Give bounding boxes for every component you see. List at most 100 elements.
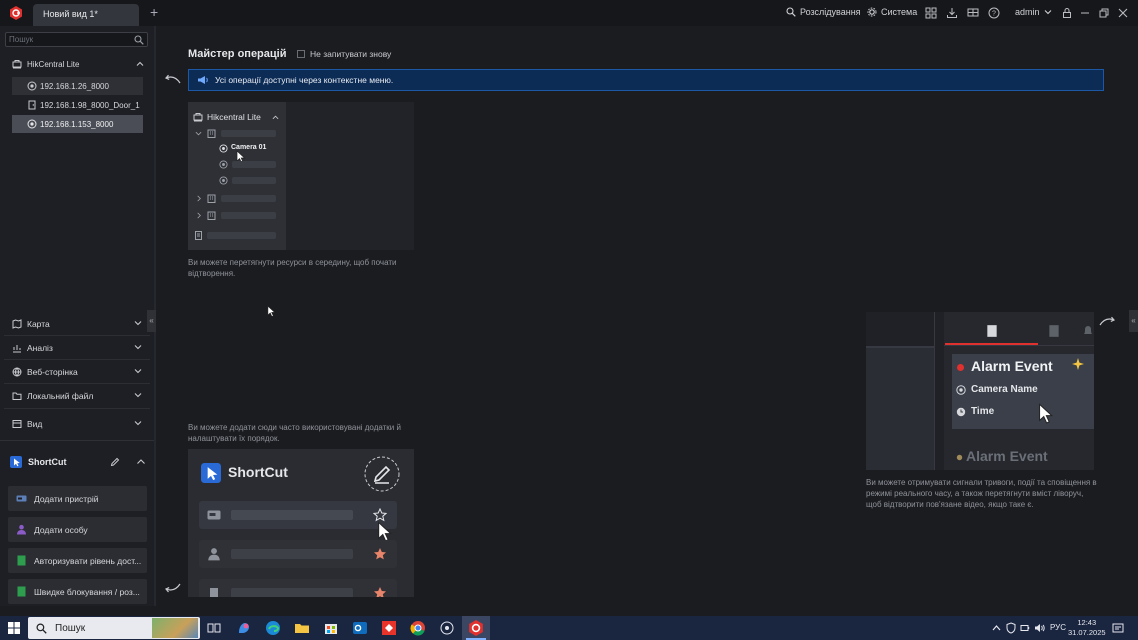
person-icon	[17, 524, 26, 535]
chevron-down-icon	[134, 393, 142, 398]
placeholder-bar	[231, 510, 353, 520]
shortcut-access-level-button[interactable]: Авторизувати рівень дост...	[8, 548, 147, 573]
volume-icon[interactable]	[1034, 623, 1045, 633]
notifications-icon[interactable]	[1112, 622, 1124, 634]
shortcut-add-person-button[interactable]: Додати особу	[8, 517, 147, 542]
chevron-up-icon[interactable]	[992, 624, 1001, 632]
chevron-down-icon	[134, 369, 142, 374]
outlook-icon[interactable]	[352, 620, 368, 636]
tree-device-item[interactable]: 192.168.1.26_8000	[12, 77, 143, 95]
nav-analysis[interactable]: Аналіз	[0, 337, 154, 359]
nav-view[interactable]: Вид	[0, 413, 154, 435]
taskbar-search-box[interactable]: Пошук	[28, 617, 200, 639]
camera-icon	[219, 144, 228, 153]
device-label: 192.168.1.26_8000	[40, 81, 109, 91]
search-placeholder: Пошук	[9, 35, 34, 44]
nav-web-page[interactable]: Веб-сторінка	[0, 361, 154, 383]
chevron-down-icon	[1044, 10, 1051, 15]
file-explorer-icon[interactable]	[294, 620, 310, 636]
system-clock[interactable]: 12:43 31.07.2025	[1068, 618, 1106, 638]
placeholder-bar	[231, 549, 353, 559]
edit-icon	[364, 456, 400, 492]
nav-map[interactable]: Карта	[0, 313, 154, 335]
network-tool-icon[interactable]	[439, 620, 455, 636]
lock-icon[interactable]	[1061, 7, 1073, 19]
alarm-event-item-highlighted: Alarm Event Camera Name Time	[952, 354, 1094, 429]
system-button[interactable]: Система	[867, 7, 917, 17]
battery-icon[interactable]	[1020, 623, 1030, 633]
left-panel: Пошук HikCentral Lite 192.168.1.26_8000 …	[0, 26, 154, 606]
dont-ask-label[interactable]: Не запитувати знову	[310, 49, 391, 59]
tree-device-item[interactable]: 192.168.1.98_8000_Door_1	[12, 96, 143, 114]
minimize-icon[interactable]	[1079, 7, 1091, 19]
preview-divider	[934, 312, 935, 470]
windows-start-icon[interactable]	[8, 622, 20, 634]
shortcut-label: Додати особу	[34, 524, 88, 535]
tab-new-view[interactable]: Новий вид 1*	[33, 4, 139, 26]
user-label: admin	[1015, 7, 1040, 17]
site-icon	[193, 113, 203, 122]
placeholder-bar	[231, 588, 353, 597]
camera-icon	[956, 385, 966, 395]
security-icon[interactable]	[1006, 622, 1016, 634]
mouse-cursor-icon	[267, 305, 276, 317]
wizard-title: Майстер операцій	[188, 48, 287, 60]
nav-local-file[interactable]: Локальний файл	[0, 385, 154, 407]
megaphone-icon	[198, 76, 208, 84]
banner-text: Усі операції доступні через контекстне м…	[215, 75, 394, 85]
chevron-up-icon[interactable]	[136, 457, 146, 467]
restore-icon[interactable]	[1098, 7, 1110, 19]
search-input[interactable]: Пошук	[5, 32, 148, 47]
placeholder-bar	[221, 130, 276, 137]
investigation-button[interactable]: Розслідування	[786, 7, 861, 17]
divider	[4, 383, 150, 384]
chrome-icon[interactable]	[410, 620, 426, 636]
task-view-icon[interactable]	[206, 620, 222, 636]
edit-icon[interactable]	[110, 457, 120, 467]
preview-video-area	[866, 348, 934, 470]
shortcut-add-device-button[interactable]: Додати пристрій	[8, 486, 147, 511]
store-icon[interactable]	[323, 620, 339, 636]
add-tab-button[interactable]: +	[150, 5, 158, 19]
tab-label: Новий вид 1*	[43, 9, 98, 19]
alarm-title: Alarm Event	[971, 358, 1053, 374]
placeholder-bar	[221, 212, 276, 219]
monitor-icon[interactable]	[967, 7, 979, 19]
door-icon	[210, 588, 218, 597]
language-indicator[interactable]: РУС	[1050, 623, 1066, 632]
nav-label: Аналіз	[27, 343, 53, 353]
tree-root[interactable]: HikCentral Lite	[12, 56, 150, 72]
nav-label: Веб-сторінка	[27, 367, 78, 377]
collapse-right-panel-button[interactable]: «	[1129, 310, 1138, 332]
chevron-up-icon[interactable]	[136, 60, 144, 68]
anydesk-icon[interactable]	[381, 620, 397, 636]
shortcut-preview: ShortCut	[188, 449, 414, 597]
download-icon[interactable]	[946, 7, 958, 19]
search-icon	[786, 7, 796, 17]
door-icon	[1049, 325, 1059, 337]
user-menu[interactable]: admin	[1015, 7, 1052, 17]
close-icon[interactable]	[1117, 7, 1129, 19]
placeholder-bar	[232, 177, 276, 184]
bell-icon	[1084, 326, 1092, 334]
chevron-down-icon	[134, 321, 142, 326]
device-label: 192.168.1.98_8000_Door_1	[40, 100, 140, 110]
camera-icon	[27, 119, 37, 129]
copilot-icon[interactable]	[236, 620, 252, 636]
dont-ask-checkbox[interactable]	[297, 50, 305, 58]
nav-label: Карта	[27, 319, 50, 329]
preview-divider	[866, 346, 934, 348]
edge-browser-icon[interactable]	[265, 620, 281, 636]
layout-icon[interactable]	[925, 7, 937, 19]
shortcut-quick-lock-button[interactable]: Швидке блокування / роз...	[8, 579, 147, 604]
alarm-events-preview: Alarm Event Camera Name Time Alarm Event	[866, 312, 1094, 470]
info-banner: Усі операції доступні через контекстне м…	[188, 69, 1104, 91]
camera-icon	[27, 81, 37, 91]
alarm-title-secondary: Alarm Event	[966, 448, 1048, 464]
taskbar-active-app[interactable]	[462, 616, 490, 640]
tree-device-item-selected[interactable]: 192.168.1.153_8000	[12, 115, 143, 133]
collapse-left-panel-button[interactable]: «	[147, 310, 156, 332]
map-icon	[12, 319, 22, 329]
search-icon[interactable]	[134, 35, 144, 45]
help-icon[interactable]: ?	[988, 7, 1000, 19]
